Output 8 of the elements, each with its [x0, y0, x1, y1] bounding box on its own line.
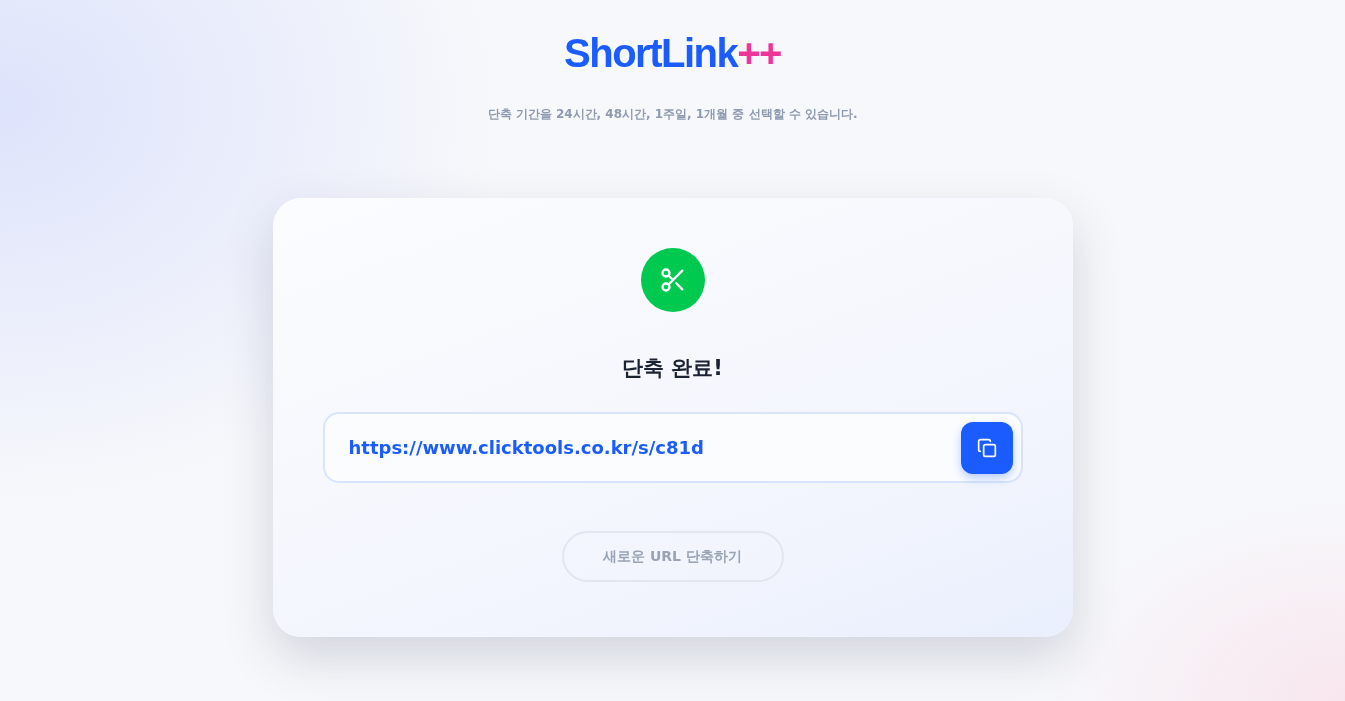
copy-button[interactable]	[960, 421, 1013, 474]
logo-name: ShortLink	[564, 30, 738, 76]
card-title: 단축 완료!	[622, 355, 723, 382]
logo-suffix: ++	[737, 30, 781, 76]
short-url-field[interactable]: https://www.clicktools.co.kr/s/c81d	[322, 412, 1023, 483]
subtitle: 단축 기간을 24시간, 48시간, 1주일, 1개월 중 선택할 수 있습니다.	[487, 106, 858, 123]
copy-icon	[976, 437, 997, 458]
short-url: https://www.clicktools.co.kr/s/c81d	[348, 437, 704, 458]
